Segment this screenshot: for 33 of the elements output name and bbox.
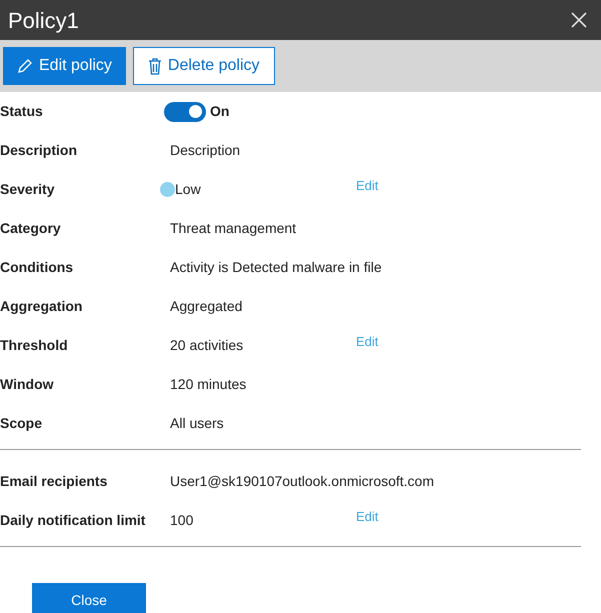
field-label: Conditions bbox=[0, 258, 74, 277]
edit-link[interactable]: Edit bbox=[356, 332, 378, 352]
field-value: 120 minutes bbox=[170, 376, 246, 392]
field-label: Category bbox=[0, 219, 62, 238]
field-label: Threshold bbox=[0, 336, 69, 355]
field-value: Activity is Detected malware in file bbox=[170, 258, 382, 274]
field-label: Description bbox=[0, 141, 78, 160]
field-value: Aggregated bbox=[170, 298, 242, 314]
delete-policy-button[interactable]: Delete policy bbox=[132, 47, 275, 85]
field-label: Email recipients bbox=[0, 472, 108, 491]
window-title: Policy1 bbox=[8, 6, 79, 35]
field-label: Severity bbox=[0, 180, 56, 199]
field-value: 20 activities bbox=[170, 336, 244, 352]
edit-policy-button[interactable]: Edit policy bbox=[3, 47, 126, 85]
toggle-switch[interactable] bbox=[164, 102, 206, 122]
field-label: Scope bbox=[0, 414, 44, 433]
field-value: User1@sk190107outlook.onmicrosoft.com bbox=[170, 472, 434, 488]
field-label: Daily notification limit bbox=[0, 511, 146, 530]
field-value: Threat management bbox=[170, 220, 296, 236]
field-value: 100 bbox=[170, 512, 194, 528]
close-button[interactable]: Close bbox=[32, 583, 146, 613]
field-value: Description bbox=[170, 142, 240, 158]
field-value: Low bbox=[175, 180, 201, 199]
edit-link[interactable]: Edit bbox=[356, 506, 378, 526]
field-label: Aggregation bbox=[0, 297, 84, 316]
status-value: On bbox=[210, 102, 230, 121]
field-label: Window bbox=[0, 375, 55, 394]
field-label: Status bbox=[0, 102, 44, 121]
edit-link[interactable]: Edit bbox=[356, 176, 378, 196]
field-value: All users bbox=[170, 414, 224, 430]
close-icon[interactable] bbox=[571, 12, 587, 28]
pencil-icon bbox=[17, 58, 33, 74]
trash-icon bbox=[148, 58, 162, 74]
